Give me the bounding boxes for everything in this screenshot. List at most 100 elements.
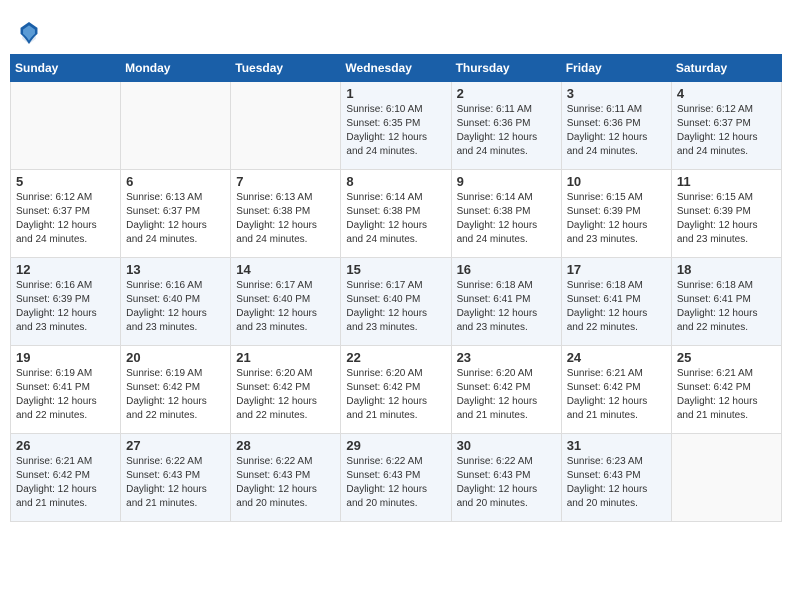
day-info: Sunrise: 6:23 AMSunset: 6:43 PMDaylight:…: [567, 455, 666, 511]
day-info: Sunrise: 6:12 AMSunset: 6:37 PMDaylight:…: [16, 191, 115, 247]
day-number: 8: [346, 174, 445, 189]
day-info: Sunrise: 6:20 AMSunset: 6:42 PMDaylight:…: [236, 367, 335, 423]
calendar-cell: 31 Sunrise: 6:23 AMSunset: 6:43 PMDayligh…: [561, 434, 671, 522]
calendar-cell: 7 Sunrise: 6:13 AMSunset: 6:38 PMDaylight…: [231, 170, 341, 258]
header-monday: Monday: [121, 55, 231, 82]
calendar-cell: 14Sunrise: 6:17 AMSunset: 6:40 PMDayligh…: [231, 258, 341, 346]
calendar-cell: 27 Sunrise: 6:22 AMSunset: 6:43 PMDayligh…: [121, 434, 231, 522]
calendar-cell: [121, 82, 231, 170]
calendar-cell: [231, 82, 341, 170]
day-number: 24: [567, 350, 666, 365]
day-number: 5: [16, 174, 115, 189]
calendar-cell: 23 Sunrise: 6:20 AMSunset: 6:42 PMDayligh…: [451, 346, 561, 434]
day-number: 23: [457, 350, 556, 365]
calendar-cell: 2 Sunrise: 6:11 AMSunset: 6:36 PMDaylight…: [451, 82, 561, 170]
day-info: Sunrise: 6:21 AMSunset: 6:42 PMDaylight:…: [677, 367, 776, 423]
day-info: Sunrise: 6:21 AMSunset: 6:42 PMDaylight:…: [567, 367, 666, 423]
day-number: 15: [346, 262, 445, 277]
day-number: 3: [567, 86, 666, 101]
day-info: Sunrise: 6:15 AMSunset: 6:39 PMDaylight:…: [567, 191, 666, 247]
day-info: Sunrise: 6:20 AMSunset: 6:42 PMDaylight:…: [346, 367, 445, 423]
day-info: Sunrise: 6:12 AMSunset: 6:37 PMDaylight:…: [677, 103, 776, 159]
week-row-4: 19Sunrise: 6:19 AMSunset: 6:41 PMDayligh…: [11, 346, 782, 434]
header-saturday: Saturday: [671, 55, 781, 82]
day-number: 11: [677, 174, 776, 189]
day-info: Sunrise: 6:13 AMSunset: 6:38 PMDaylight:…: [236, 191, 335, 247]
page-header: [10, 10, 782, 49]
calendar-cell: 11 Sunrise: 6:15 AMSunset: 6:39 PMDayligh…: [671, 170, 781, 258]
calendar-cell: 17Sunrise: 6:18 AMSunset: 6:41 PMDayligh…: [561, 258, 671, 346]
calendar-cell: 8Sunrise: 6:14 AMSunset: 6:38 PMDaylight…: [341, 170, 451, 258]
day-number: 19: [16, 350, 115, 365]
calendar-cell: 4 Sunrise: 6:12 AMSunset: 6:37 PMDaylight…: [671, 82, 781, 170]
day-number: 10: [567, 174, 666, 189]
day-number: 26: [16, 438, 115, 453]
day-number: 2: [457, 86, 556, 101]
weekday-header-row: SundayMondayTuesdayWednesdayThursdayFrid…: [11, 55, 782, 82]
day-number: 18: [677, 262, 776, 277]
calendar-cell: 26Sunrise: 6:21 AMSunset: 6:42 PMDayligh…: [11, 434, 121, 522]
day-info: Sunrise: 6:11 AMSunset: 6:36 PMDaylight:…: [567, 103, 666, 159]
day-info: Sunrise: 6:22 AMSunset: 6:43 PMDaylight:…: [236, 455, 335, 511]
day-number: 31: [567, 438, 666, 453]
calendar-cell: 19Sunrise: 6:19 AMSunset: 6:41 PMDayligh…: [11, 346, 121, 434]
logo: [20, 20, 40, 44]
calendar-cell: 6Sunrise: 6:13 AMSunset: 6:37 PMDaylight…: [121, 170, 231, 258]
logo-icon: [20, 22, 38, 44]
calendar-cell: [671, 434, 781, 522]
calendar-cell: 18 Sunrise: 6:18 AMSunset: 6:41 PMDayligh…: [671, 258, 781, 346]
day-number: 22: [346, 350, 445, 365]
calendar-cell: 1 Sunrise: 6:10 AMSunset: 6:35 PMDaylight…: [341, 82, 451, 170]
week-row-3: 12Sunrise: 6:16 AMSunset: 6:39 PMDayligh…: [11, 258, 782, 346]
calendar-cell: 3 Sunrise: 6:11 AMSunset: 6:36 PMDaylight…: [561, 82, 671, 170]
day-info: Sunrise: 6:13 AMSunset: 6:37 PMDaylight:…: [126, 191, 225, 247]
calendar-cell: 15 Sunrise: 6:17 AMSunset: 6:40 PMDayligh…: [341, 258, 451, 346]
calendar-cell: 12Sunrise: 6:16 AMSunset: 6:39 PMDayligh…: [11, 258, 121, 346]
day-number: 27: [126, 438, 225, 453]
week-row-5: 26Sunrise: 6:21 AMSunset: 6:42 PMDayligh…: [11, 434, 782, 522]
calendar-cell: 29 Sunrise: 6:22 AMSunset: 6:43 PMDayligh…: [341, 434, 451, 522]
day-info: Sunrise: 6:20 AMSunset: 6:42 PMDaylight:…: [457, 367, 556, 423]
day-info: Sunrise: 6:18 AMSunset: 6:41 PMDaylight:…: [457, 279, 556, 335]
day-number: 16: [457, 262, 556, 277]
day-info: Sunrise: 6:15 AMSunset: 6:39 PMDaylight:…: [677, 191, 776, 247]
calendar-cell: 28 Sunrise: 6:22 AMSunset: 6:43 PMDayligh…: [231, 434, 341, 522]
day-info: Sunrise: 6:22 AMSunset: 6:43 PMDaylight:…: [346, 455, 445, 511]
day-number: 9: [457, 174, 556, 189]
day-number: 1: [346, 86, 445, 101]
header-sunday: Sunday: [11, 55, 121, 82]
calendar-cell: 21Sunrise: 6:20 AMSunset: 6:42 PMDayligh…: [231, 346, 341, 434]
day-info: Sunrise: 6:22 AMSunset: 6:43 PMDaylight:…: [126, 455, 225, 511]
week-row-2: 5 Sunrise: 6:12 AMSunset: 6:37 PMDaylight…: [11, 170, 782, 258]
calendar-cell: 24 Sunrise: 6:21 AMSunset: 6:42 PMDayligh…: [561, 346, 671, 434]
day-number: 17: [567, 262, 666, 277]
calendar-cell: 22 Sunrise: 6:20 AMSunset: 6:42 PMDayligh…: [341, 346, 451, 434]
header-wednesday: Wednesday: [341, 55, 451, 82]
day-info: Sunrise: 6:11 AMSunset: 6:36 PMDaylight:…: [457, 103, 556, 159]
header-friday: Friday: [561, 55, 671, 82]
header-thursday: Thursday: [451, 55, 561, 82]
calendar-cell: 25 Sunrise: 6:21 AMSunset: 6:42 PMDayligh…: [671, 346, 781, 434]
header-tuesday: Tuesday: [231, 55, 341, 82]
day-number: 7: [236, 174, 335, 189]
day-info: Sunrise: 6:10 AMSunset: 6:35 PMDaylight:…: [346, 103, 445, 159]
calendar-cell: 16 Sunrise: 6:18 AMSunset: 6:41 PMDayligh…: [451, 258, 561, 346]
day-number: 20: [126, 350, 225, 365]
calendar-cell: 13Sunrise: 6:16 AMSunset: 6:40 PMDayligh…: [121, 258, 231, 346]
day-number: 14: [236, 262, 335, 277]
day-number: 25: [677, 350, 776, 365]
calendar-cell: 9Sunrise: 6:14 AMSunset: 6:38 PMDaylight…: [451, 170, 561, 258]
day-info: Sunrise: 6:18 AMSunset: 6:41 PMDaylight:…: [677, 279, 776, 335]
day-number: 4: [677, 86, 776, 101]
day-number: 29: [346, 438, 445, 453]
day-info: Sunrise: 6:19 AMSunset: 6:42 PMDaylight:…: [126, 367, 225, 423]
calendar-cell: 10 Sunrise: 6:15 AMSunset: 6:39 PMDayligh…: [561, 170, 671, 258]
day-info: Sunrise: 6:17 AMSunset: 6:40 PMDaylight:…: [346, 279, 445, 335]
day-number: 12: [16, 262, 115, 277]
calendar-cell: 20 Sunrise: 6:19 AMSunset: 6:42 PMDayligh…: [121, 346, 231, 434]
calendar-table: SundayMondayTuesdayWednesdayThursdayFrid…: [10, 54, 782, 522]
day-info: Sunrise: 6:16 AMSunset: 6:40 PMDaylight:…: [126, 279, 225, 335]
day-number: 30: [457, 438, 556, 453]
calendar-cell: 5 Sunrise: 6:12 AMSunset: 6:37 PMDaylight…: [11, 170, 121, 258]
day-number: 28: [236, 438, 335, 453]
